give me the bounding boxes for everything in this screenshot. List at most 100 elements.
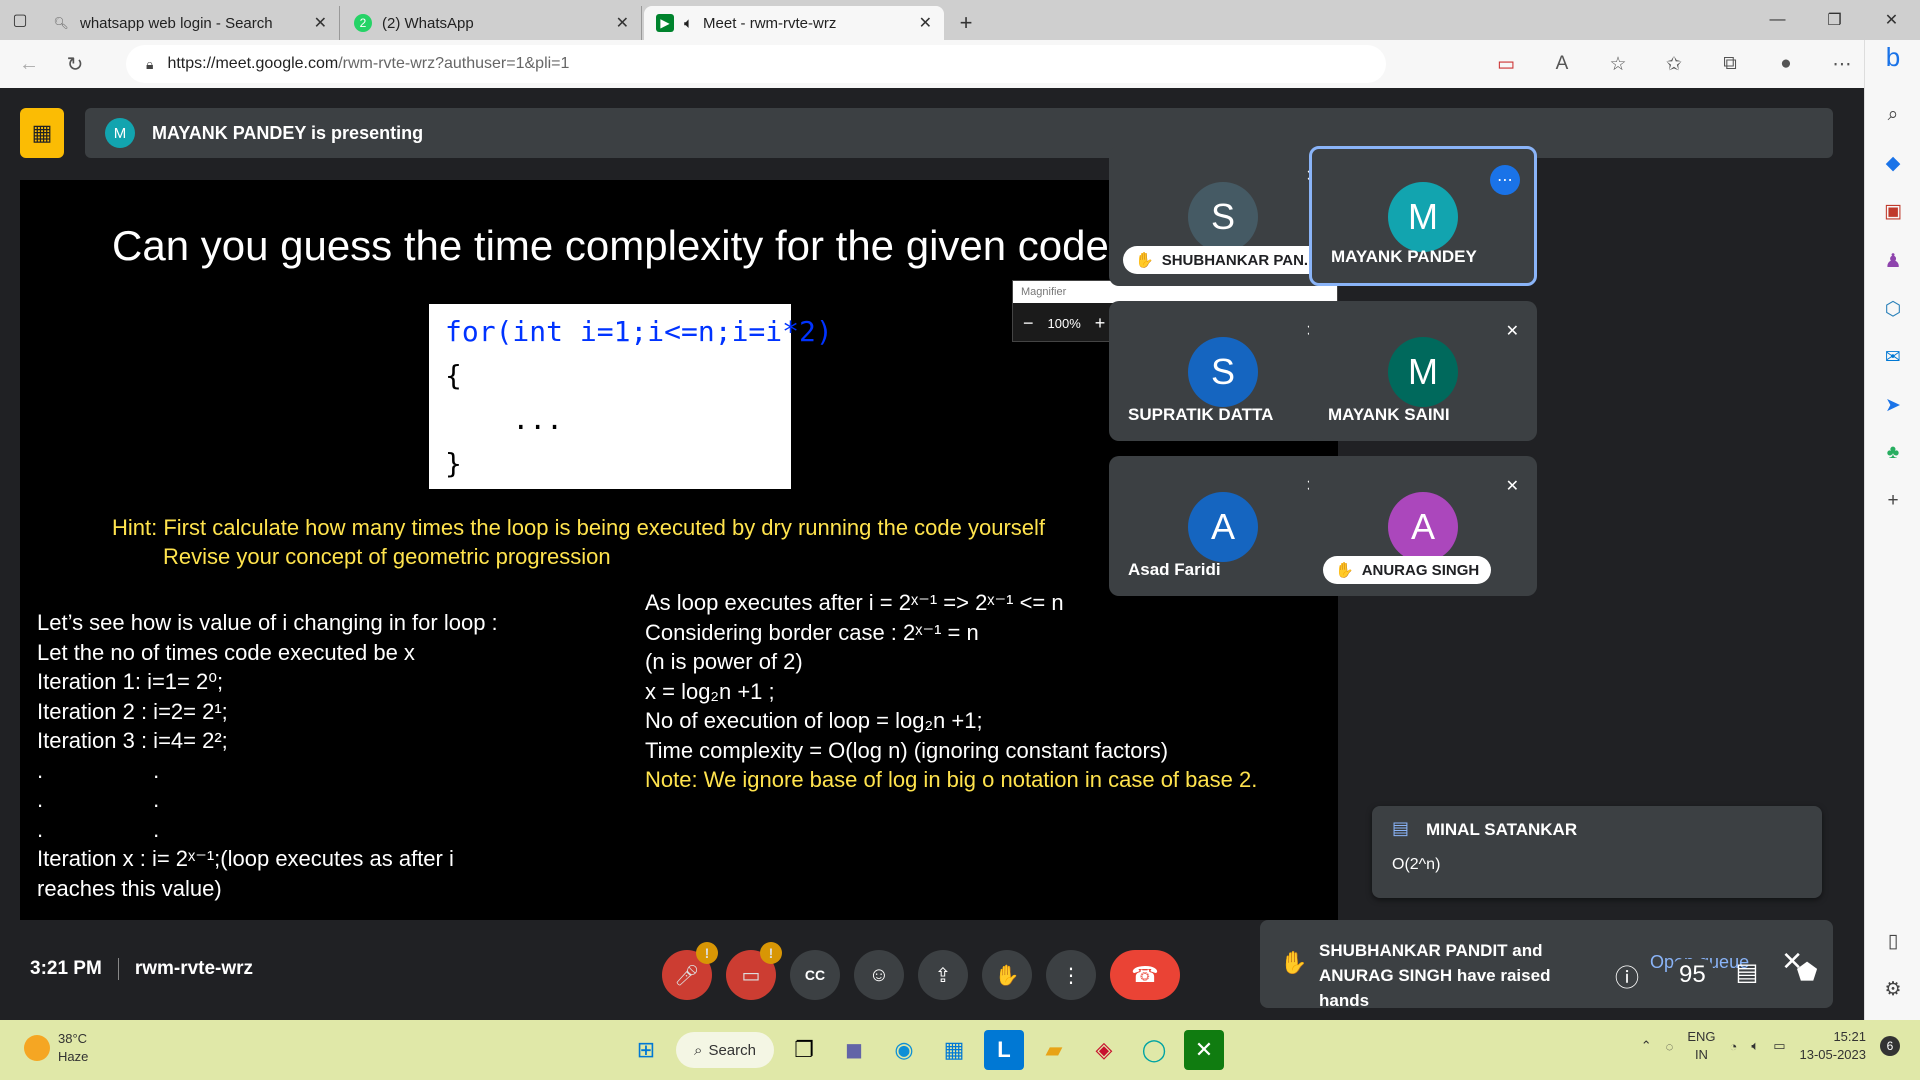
chat-icon[interactable]: ▤ — [1730, 958, 1764, 1015]
lock-icon[interactable]: 🔒︎ — [146, 56, 153, 73]
activities-icon[interactable]: ⬟ — [1790, 958, 1824, 1015]
minimize-icon[interactable]: — — [1749, 0, 1806, 40]
search-icon: ⌕ — [694, 1041, 703, 1059]
participant-tile[interactable]: ✕ A ✋ ANURAG SINGH — [1309, 456, 1537, 596]
people-icon[interactable]: 👥︎95 — [1670, 958, 1713, 1015]
collections-icon[interactable]: ⧉ — [1702, 44, 1758, 84]
tree-icon[interactable]: ♣ — [1865, 442, 1920, 464]
back-icon[interactable]: ← — [6, 44, 52, 84]
emoji-button[interactable]: ☺ — [854, 950, 904, 1000]
microsoft365-icon[interactable]: ⬡ — [1865, 298, 1920, 321]
taskbar-search[interactable]: ⌕ Search — [676, 1032, 774, 1068]
weather-widget[interactable]: 38°C Haze — [24, 1030, 88, 1066]
info-icon[interactable]: ⓘ — [1610, 958, 1644, 1015]
tab-label: Meet - rwm-rvte-wrz — [703, 14, 837, 32]
tab-label: (2) WhatsApp — [382, 14, 474, 32]
captions-button[interactable]: CC — [790, 950, 840, 1000]
raise-hand-button[interactable]: ✋ — [982, 950, 1032, 1000]
presentation-icon[interactable]: ▦ — [20, 108, 64, 158]
speaker-icon[interactable]: 🔈︎ — [684, 15, 693, 32]
url-field[interactable]: 🔒︎ https://meet.google.com/rwm-rvte-wrz?… — [126, 45, 1386, 83]
new-tab-button[interactable]: + — [946, 6, 986, 40]
store-icon[interactable]: ▦ — [934, 1030, 974, 1070]
code-line: ... — [445, 403, 564, 436]
warning-icon: ! — [696, 942, 718, 964]
tab-meet[interactable]: ▶ 🔈︎ Meet - rwm-rvte-wrz ✕ — [644, 6, 944, 40]
shopping-icon[interactable]: ◆ — [1865, 152, 1920, 175]
present-button[interactable]: ⇪ — [918, 950, 968, 1000]
add-icon[interactable]: + — [1865, 490, 1920, 512]
read-aloud-icon[interactable]: A — [1534, 44, 1590, 84]
clock-date: 13-05-2023 — [1799, 1047, 1867, 1062]
tab-actions-icon[interactable]: ▢ — [0, 0, 40, 40]
edge-sidebar: b ⌕ ◆ ▣ ♟ ⬡ ✉ ➤ ♣ + ▯ ⚙ — [1864, 40, 1920, 1020]
bing-icon[interactable]: b — [1865, 42, 1920, 73]
outlook-icon[interactable]: ✉ — [1865, 346, 1920, 369]
mcafee-icon[interactable]: ◈ — [1084, 1030, 1124, 1070]
code-line: } — [445, 447, 462, 480]
participant-tile[interactable]: ✕ M MAYANK SAINI — [1309, 301, 1537, 441]
tab-whatsapp[interactable]: 2 (2) WhatsApp ✕ — [342, 6, 642, 40]
notification-badge[interactable]: 6 — [1880, 1036, 1900, 1056]
participant-tile[interactable]: ⋯ M MAYANK PANDEY — [1309, 146, 1537, 286]
xbox-icon[interactable]: ✕ — [1184, 1030, 1224, 1070]
sidebar-toggle-icon[interactable]: ▯ — [1865, 930, 1920, 953]
code-line: for(int i=1;i<=n;i=i*2) — [445, 315, 833, 348]
close-icon[interactable]: ✕ — [314, 13, 327, 33]
more-options-icon[interactable]: ⋯ — [1490, 165, 1520, 195]
participant-tile[interactable]: ✕ S ✋SHUBHANKAR PAN... — [1109, 146, 1337, 286]
zoom-out-icon[interactable]: − — [1023, 313, 1034, 334]
more-icon[interactable]: ⋯ — [1814, 44, 1870, 84]
text-line: Iteration x : i= 2ˣ⁻¹;(loop executes as … — [37, 846, 454, 871]
battery-icon[interactable]: ▭ — [1773, 1038, 1785, 1054]
profile-icon[interactable]: ● — [1758, 44, 1814, 84]
send-icon[interactable]: ➤ — [1865, 394, 1920, 417]
avatar: A — [1188, 492, 1258, 562]
address-bar: ← ↻ 🔒︎ https://meet.google.com/rwm-rvte-… — [0, 40, 1920, 88]
favorites-icon[interactable]: ✩ — [1646, 44, 1702, 84]
start-icon[interactable]: ⊞ — [626, 1030, 666, 1070]
participant-name: ✋ ANURAG SINGH — [1323, 556, 1492, 584]
close-icon[interactable]: ✕ — [616, 13, 629, 33]
camera-button[interactable]: ▭! — [726, 942, 782, 1000]
avatar: M — [105, 118, 135, 148]
presenter-banner: M MAYANK PANDEY is presenting — [85, 108, 1833, 158]
games-icon[interactable]: ♟ — [1865, 250, 1920, 273]
app-l-icon[interactable]: L — [984, 1030, 1024, 1070]
close-icon[interactable]: ✕ — [919, 13, 932, 33]
tab-search[interactable]: 🔍︎ whatsapp web login - Search ✕ — [40, 6, 340, 40]
app-icon[interactable]: ◯ — [1134, 1030, 1174, 1070]
volume-icon[interactable]: 🔈︎ — [1751, 1038, 1759, 1054]
camera-blocked-icon[interactable]: ▭ — [1478, 44, 1534, 84]
participant-tile[interactable]: ✕ A Asad Faridi — [1109, 456, 1337, 596]
teams-icon[interactable]: ◼ — [834, 1030, 874, 1070]
restore-icon[interactable]: ❐ — [1806, 0, 1863, 40]
chat-notification[interactable]: ▤ MINAL SATANKAR O(2^n) — [1372, 806, 1822, 898]
microphone-button[interactable]: 🎤︎! — [662, 942, 718, 1000]
edge-icon[interactable]: ◉ — [884, 1030, 924, 1070]
add-favorite-icon[interactable]: ☆ — [1590, 44, 1646, 84]
zoom-in-icon[interactable]: + — [1095, 313, 1106, 334]
search-icon[interactable]: ⌕ — [1865, 104, 1920, 126]
wifi-icon[interactable]: ◔ — [1730, 1039, 1738, 1054]
participant-tile[interactable]: ✕ S SUPRATIK DATTA — [1109, 301, 1337, 441]
reload-icon[interactable]: ↻ — [52, 44, 98, 84]
url-path: /rwm-rvte-wrz?authuser=1&pli=1 — [338, 55, 570, 72]
settings-icon[interactable]: ⚙ — [1865, 978, 1920, 1001]
more-options-button[interactable]: ⋮ — [1046, 950, 1096, 1000]
more-vert-icon: ⋮ — [1061, 964, 1081, 987]
text-line: . . — [37, 787, 160, 812]
presenting-bar: ▦ M MAYANK PANDEY is presenting — [20, 108, 1833, 158]
file-explorer-icon[interactable]: ▰ — [1034, 1030, 1074, 1070]
chevron-up-icon[interactable]: ⌃ — [1641, 1038, 1652, 1054]
raised-hand-icon: ✋ — [1335, 562, 1354, 579]
close-window-icon[interactable]: ✕ — [1863, 0, 1920, 40]
tools-icon[interactable]: ▣ — [1865, 200, 1920, 223]
meet-icon: ▶ — [656, 14, 674, 32]
avatar: S — [1188, 337, 1258, 407]
leave-call-button[interactable]: ☎ — [1110, 950, 1180, 1000]
participant-name: MAYANK SAINI — [1328, 405, 1450, 424]
task-view-icon[interactable]: ❐ — [784, 1030, 824, 1070]
network-icon[interactable]: ◌ — [1666, 1039, 1674, 1054]
emoji-icon: ☺ — [868, 963, 890, 986]
